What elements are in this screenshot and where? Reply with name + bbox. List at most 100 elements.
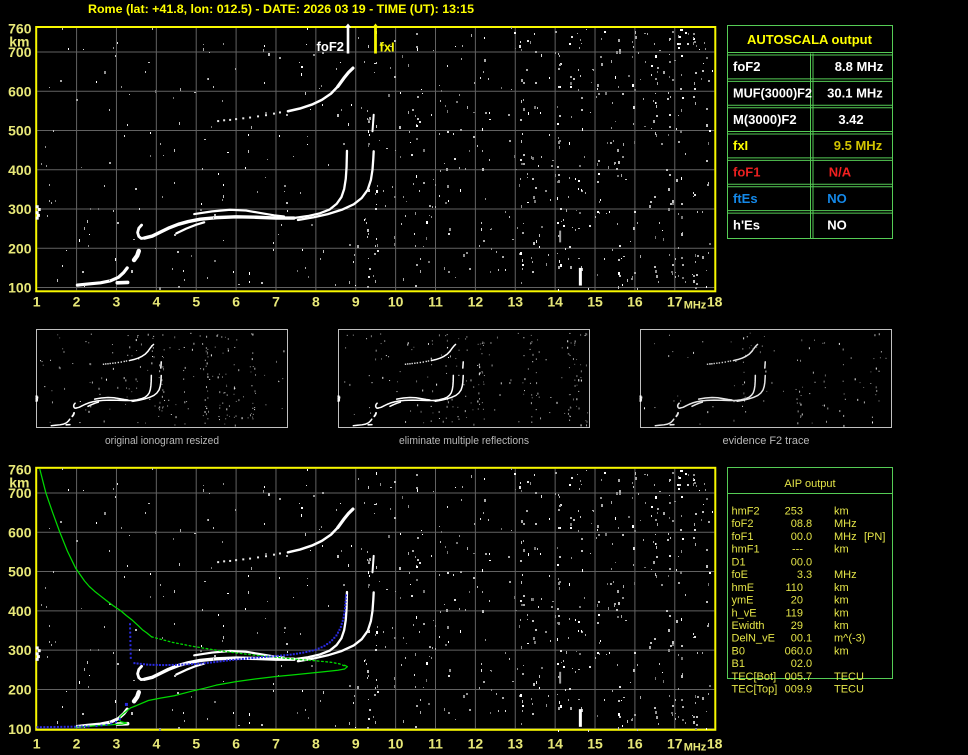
svg-text:original ionogram resized: original ionogram resized bbox=[105, 435, 219, 447]
svg-text:9: 9 bbox=[352, 294, 360, 310]
svg-text:M(3000)F2: M(3000)F2 bbox=[733, 112, 797, 127]
svg-text:3.42: 3.42 bbox=[838, 112, 863, 127]
svg-text:km: km bbox=[834, 595, 849, 607]
svg-text:30.1 MHz: 30.1 MHz bbox=[827, 86, 883, 101]
svg-text:10: 10 bbox=[388, 294, 404, 310]
svg-text:253: 253 bbox=[785, 506, 803, 518]
svg-text:foF1: foF1 bbox=[732, 531, 754, 543]
svg-text:h'Es: h'Es bbox=[733, 217, 760, 232]
svg-text:km: km bbox=[9, 474, 29, 490]
svg-text:B0: B0 bbox=[732, 645, 745, 657]
svg-text:500: 500 bbox=[8, 123, 32, 139]
svg-text:29: 29 bbox=[791, 620, 803, 632]
svg-text:4: 4 bbox=[152, 736, 160, 752]
svg-text:9.5 MHz: 9.5 MHz bbox=[834, 138, 883, 153]
svg-text:4: 4 bbox=[152, 294, 160, 310]
svg-text:600: 600 bbox=[8, 524, 32, 540]
svg-text:500: 500 bbox=[8, 564, 32, 580]
svg-text:10: 10 bbox=[388, 736, 404, 752]
svg-text:MHz: MHz bbox=[684, 300, 707, 312]
svg-text:16: 16 bbox=[627, 294, 643, 310]
svg-text:17: 17 bbox=[667, 736, 683, 752]
svg-text:NO: NO bbox=[827, 191, 847, 206]
svg-text:km: km bbox=[834, 544, 849, 556]
svg-text:km: km bbox=[834, 620, 849, 632]
svg-text:13: 13 bbox=[507, 736, 523, 752]
svg-text:600: 600 bbox=[8, 83, 32, 99]
svg-text:.0: .0 bbox=[803, 658, 812, 670]
svg-text:.0: .0 bbox=[803, 645, 812, 657]
svg-text:m^(-3): m^(-3) bbox=[834, 633, 865, 645]
svg-text:9: 9 bbox=[352, 736, 360, 752]
svg-text:foF2: foF2 bbox=[732, 518, 754, 530]
svg-text:100: 100 bbox=[8, 280, 32, 296]
svg-text:02: 02 bbox=[791, 658, 803, 670]
svg-text:.0: .0 bbox=[803, 531, 812, 543]
svg-text:3: 3 bbox=[113, 294, 121, 310]
svg-text:7: 7 bbox=[272, 294, 280, 310]
svg-text:12: 12 bbox=[468, 736, 484, 752]
svg-text:TEC[Top]: TEC[Top] bbox=[732, 684, 778, 696]
svg-text:5: 5 bbox=[192, 736, 200, 752]
svg-text:.0: .0 bbox=[803, 556, 812, 568]
svg-text:Ewidth: Ewidth bbox=[732, 620, 765, 632]
svg-text:km: km bbox=[834, 582, 849, 594]
svg-text:MHz: MHz bbox=[834, 531, 857, 543]
svg-text:---: --- bbox=[792, 544, 803, 556]
svg-text:km: km bbox=[834, 607, 849, 619]
svg-text:h_vE: h_vE bbox=[732, 607, 757, 619]
svg-text:200: 200 bbox=[8, 681, 32, 697]
svg-text:.3: .3 bbox=[803, 569, 812, 581]
svg-text:18: 18 bbox=[707, 294, 723, 310]
svg-text:8.8 MHz: 8.8 MHz bbox=[835, 59, 884, 74]
svg-text:MHz: MHz bbox=[834, 569, 857, 581]
svg-text:N/A: N/A bbox=[829, 165, 852, 180]
svg-text:foE: foE bbox=[732, 569, 749, 581]
svg-text:ftEs: ftEs bbox=[733, 191, 758, 206]
svg-text:.9: .9 bbox=[803, 684, 812, 696]
svg-text:12: 12 bbox=[468, 294, 484, 310]
svg-text:AUTOSCALA output: AUTOSCALA output bbox=[747, 32, 873, 47]
svg-text:14: 14 bbox=[547, 294, 563, 310]
svg-text:00: 00 bbox=[791, 633, 803, 645]
svg-text:13: 13 bbox=[507, 294, 523, 310]
svg-text:[PN]: [PN] bbox=[864, 531, 885, 543]
svg-text:6: 6 bbox=[232, 736, 240, 752]
svg-text:400: 400 bbox=[8, 162, 32, 178]
svg-text:11: 11 bbox=[428, 736, 443, 752]
svg-text:hmF1: hmF1 bbox=[732, 544, 760, 556]
svg-text:2: 2 bbox=[73, 294, 81, 310]
svg-text:18: 18 bbox=[707, 736, 723, 752]
svg-text:300: 300 bbox=[8, 201, 32, 217]
svg-text:14: 14 bbox=[547, 736, 563, 752]
svg-text:MHz: MHz bbox=[834, 518, 857, 530]
svg-text:MHz: MHz bbox=[684, 742, 707, 754]
svg-text:km: km bbox=[834, 645, 849, 657]
svg-text:00: 00 bbox=[791, 556, 803, 568]
svg-text:300: 300 bbox=[8, 642, 32, 658]
svg-text:ymE: ymE bbox=[732, 595, 754, 607]
svg-text:D1: D1 bbox=[732, 556, 746, 568]
svg-text:15: 15 bbox=[587, 736, 603, 752]
svg-text:119: 119 bbox=[785, 607, 803, 619]
svg-text:AIP output: AIP output bbox=[784, 478, 835, 490]
svg-text:fxI: fxI bbox=[380, 40, 395, 55]
svg-text:TECU: TECU bbox=[834, 671, 864, 683]
svg-text:009: 009 bbox=[785, 684, 803, 696]
svg-text:MUF(3000)F2: MUF(3000)F2 bbox=[733, 86, 812, 101]
svg-text:1: 1 bbox=[33, 736, 41, 752]
svg-text:8: 8 bbox=[312, 294, 320, 310]
svg-text:200: 200 bbox=[8, 240, 32, 256]
svg-text:00: 00 bbox=[791, 531, 803, 543]
svg-text:7: 7 bbox=[272, 736, 280, 752]
svg-text:foF2: foF2 bbox=[317, 39, 344, 54]
svg-text:08: 08 bbox=[791, 518, 803, 530]
svg-text:20: 20 bbox=[791, 595, 803, 607]
svg-text:.7: .7 bbox=[803, 671, 812, 683]
svg-text:hmE: hmE bbox=[732, 582, 755, 594]
svg-text:foF1: foF1 bbox=[733, 165, 760, 180]
svg-text:005: 005 bbox=[785, 671, 803, 683]
svg-text:100: 100 bbox=[8, 721, 32, 737]
svg-text:3: 3 bbox=[113, 736, 121, 752]
svg-text:TEC[Bot]: TEC[Bot] bbox=[732, 671, 777, 683]
